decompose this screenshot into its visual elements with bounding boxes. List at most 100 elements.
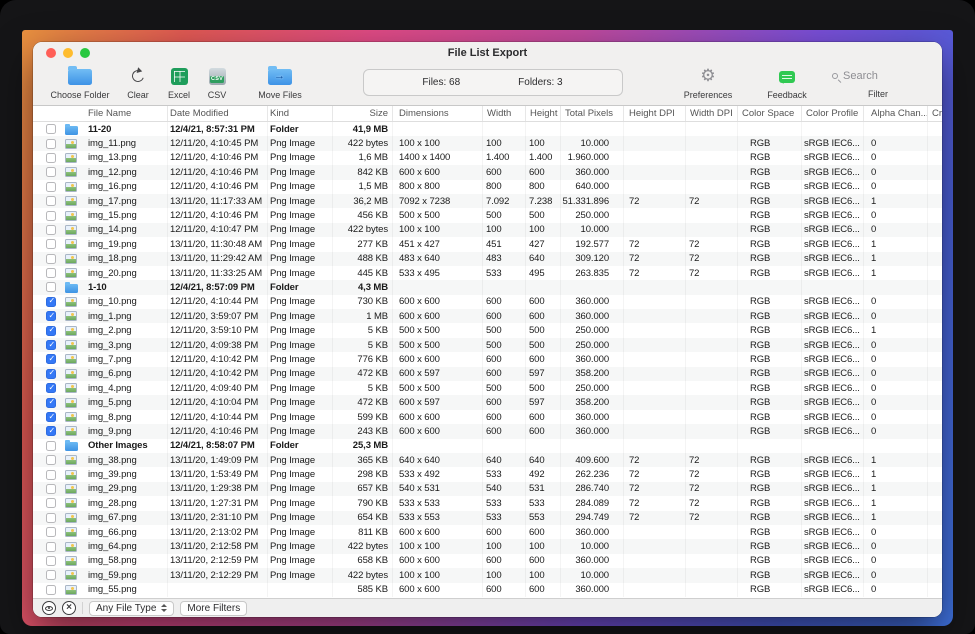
row-checkbox[interactable] <box>46 369 56 379</box>
row-checkbox[interactable] <box>46 398 56 408</box>
more-filters-button[interactable]: More Filters <box>180 601 247 616</box>
table-row[interactable]: img_11.png 12/11/20, 4:10:45 PM Png Imag… <box>33 136 942 150</box>
clear-filter-button[interactable] <box>62 601 76 615</box>
row-checkbox[interactable] <box>46 182 56 192</box>
col-header-cr[interactable]: Cr... <box>928 106 942 121</box>
table-row[interactable]: img_12.png 12/11/20, 4:10:46 PM Png Imag… <box>33 165 942 179</box>
move-files-button[interactable]: → Move Files <box>251 67 309 100</box>
row-checkbox[interactable] <box>46 470 56 480</box>
table-row[interactable]: img_58.png 13/11/20, 2:12:59 PM Png Imag… <box>33 554 942 568</box>
table-row[interactable]: img_39.png 13/11/20, 1:53:49 PM Png Imag… <box>33 467 942 481</box>
table-row[interactable]: img_59.png 13/11/20, 2:12:29 PM Png Imag… <box>33 568 942 582</box>
col-header-height-dpi[interactable]: Height DPI <box>624 106 686 121</box>
cell-size: 654 KB <box>333 511 393 525</box>
file-type-dropdown[interactable]: Any File Type <box>89 601 174 616</box>
row-checkbox[interactable] <box>46 124 56 134</box>
row-checkbox[interactable] <box>46 153 56 163</box>
row-checkbox[interactable] <box>46 326 56 336</box>
row-checkbox[interactable] <box>46 354 56 364</box>
csv-export-button[interactable]: CSV CSV <box>199 67 235 100</box>
table-row[interactable]: img_15.png 12/11/20, 4:10:46 PM Png Imag… <box>33 208 942 222</box>
clear-button[interactable]: Clear <box>117 67 159 100</box>
row-checkbox[interactable] <box>46 426 56 436</box>
row-checkbox[interactable] <box>46 340 56 350</box>
table-row[interactable]: img_38.png 13/11/20, 1:49:09 PM Png Imag… <box>33 453 942 467</box>
table-row[interactable]: Other Images 12/4/21, 8:58:07 PM Folder … <box>33 439 942 453</box>
cell-color-space: RGB <box>738 568 802 582</box>
table-row[interactable]: 1-10 12/4/21, 8:57:09 PM Folder 4,3 MB <box>33 280 942 294</box>
row-checkbox[interactable] <box>46 441 56 451</box>
row-checkbox[interactable] <box>46 139 56 149</box>
col-header-file-name[interactable]: File Name <box>33 106 168 121</box>
row-checkbox[interactable] <box>46 527 56 537</box>
table-row[interactable]: img_18.png 13/11/20, 11:29:42 AM Png Ima… <box>33 252 942 266</box>
col-header-dimensions[interactable]: Dimensions <box>393 106 483 121</box>
table-row[interactable]: img_29.png 13/11/20, 1:29:38 PM Png Imag… <box>33 482 942 496</box>
table-row[interactable]: img_55.png 585 KB 600 x 600 600 600 360.… <box>33 583 942 597</box>
col-header-alpha-channel[interactable]: Alpha Chan... <box>864 106 928 121</box>
col-header-width[interactable]: Width <box>483 106 526 121</box>
col-header-color-profile[interactable]: Color Profile <box>802 106 864 121</box>
col-header-kind[interactable]: Kind <box>268 106 333 121</box>
table-row[interactable]: img_13.png 12/11/20, 4:10:46 PM Png Imag… <box>33 151 942 165</box>
table-row[interactable]: img_2.png 12/11/20, 3:59:10 PM Png Image… <box>33 323 942 337</box>
row-checkbox[interactable] <box>46 268 56 278</box>
col-header-color-space[interactable]: Color Space <box>738 106 802 121</box>
row-checkbox[interactable] <box>46 585 56 595</box>
row-checkbox[interactable] <box>46 311 56 321</box>
row-checkbox[interactable] <box>46 498 56 508</box>
row-checkbox[interactable] <box>46 556 56 566</box>
choose-folder-button[interactable]: Choose Folder <box>47 67 113 100</box>
table-row[interactable]: img_28.png 13/11/20, 1:27:31 PM Png Imag… <box>33 496 942 510</box>
zoom-button[interactable] <box>80 48 90 58</box>
row-checkbox[interactable] <box>46 167 56 177</box>
cell-width: 7.092 <box>483 194 526 208</box>
row-checkbox[interactable] <box>46 254 56 264</box>
row-checkbox[interactable] <box>46 297 56 307</box>
table-row[interactable]: img_19.png 13/11/20, 11:30:48 AM Png Ima… <box>33 237 942 251</box>
minimize-button[interactable] <box>63 48 73 58</box>
table-row[interactable]: img_7.png 12/11/20, 4:10:42 PM Png Image… <box>33 352 942 366</box>
row-checkbox[interactable] <box>46 383 56 393</box>
table-row[interactable]: img_16.png 12/11/20, 4:10:46 PM Png Imag… <box>33 180 942 194</box>
table-row[interactable]: img_4.png 12/11/20, 4:09:40 PM Png Image… <box>33 381 942 395</box>
row-checkbox[interactable] <box>46 570 56 580</box>
table-row[interactable]: img_3.png 12/11/20, 4:09:38 PM Png Image… <box>33 338 942 352</box>
table-row[interactable]: img_8.png 12/11/20, 4:10:44 PM Png Image… <box>33 410 942 424</box>
table-row[interactable]: 11-20 12/4/21, 8:57:31 PM Folder 41,9 MB <box>33 122 942 136</box>
table-row[interactable]: img_67.png 13/11/20, 2:31:10 PM Png Imag… <box>33 511 942 525</box>
search-input[interactable]: Search <box>828 70 928 82</box>
table-row[interactable]: img_1.png 12/11/20, 3:59:07 PM Png Image… <box>33 309 942 323</box>
col-header-size[interactable]: Size <box>333 106 393 121</box>
row-checkbox[interactable] <box>46 211 56 221</box>
row-checkbox[interactable] <box>46 484 56 494</box>
row-checkbox[interactable] <box>46 542 56 552</box>
row-checkbox[interactable] <box>46 239 56 249</box>
excel-export-button[interactable]: Excel <box>161 67 197 100</box>
feedback-button[interactable]: Feedback <box>758 67 816 100</box>
cell-total-pixels: 263.835 <box>561 266 624 280</box>
row-checkbox[interactable] <box>46 412 56 422</box>
table-row[interactable]: img_17.png 13/11/20, 11:17:33 AM Png Ima… <box>33 194 942 208</box>
visibility-toggle-button[interactable] <box>42 601 56 615</box>
table-row[interactable]: img_9.png 12/11/20, 4:10:46 PM Png Image… <box>33 424 942 438</box>
col-header-date-modified[interactable]: Date Modified <box>168 106 268 121</box>
col-header-height[interactable]: Height <box>526 106 561 121</box>
col-header-width-dpi[interactable]: Width DPI <box>686 106 738 121</box>
close-button[interactable] <box>46 48 56 58</box>
table-row[interactable]: img_14.png 12/11/20, 4:10:47 PM Png Imag… <box>33 223 942 237</box>
row-checkbox[interactable] <box>46 513 56 523</box>
table-row[interactable]: img_5.png 12/11/20, 4:10:04 PM Png Image… <box>33 395 942 409</box>
row-checkbox[interactable] <box>46 282 56 292</box>
table-row[interactable]: img_66.png 13/11/20, 2:13:02 PM Png Imag… <box>33 525 942 539</box>
row-checkbox[interactable] <box>46 455 56 465</box>
table-row[interactable]: img_10.png 12/11/20, 4:10:44 PM Png Imag… <box>33 295 942 309</box>
row-checkbox[interactable] <box>46 225 56 235</box>
col-header-total-pixels[interactable]: Total Pixels <box>561 106 624 121</box>
table-row[interactable]: img_6.png 12/11/20, 4:10:42 PM Png Image… <box>33 367 942 381</box>
table-row[interactable]: img_64.png 13/11/20, 2:12:58 PM Png Imag… <box>33 539 942 553</box>
row-checkbox[interactable] <box>46 196 56 206</box>
preferences-button[interactable]: ⚙ Preferences <box>676 67 740 100</box>
table-row[interactable]: img_20.png 13/11/20, 11:33:25 AM Png Ima… <box>33 266 942 280</box>
cell-width-dpi: 72 <box>686 511 738 525</box>
